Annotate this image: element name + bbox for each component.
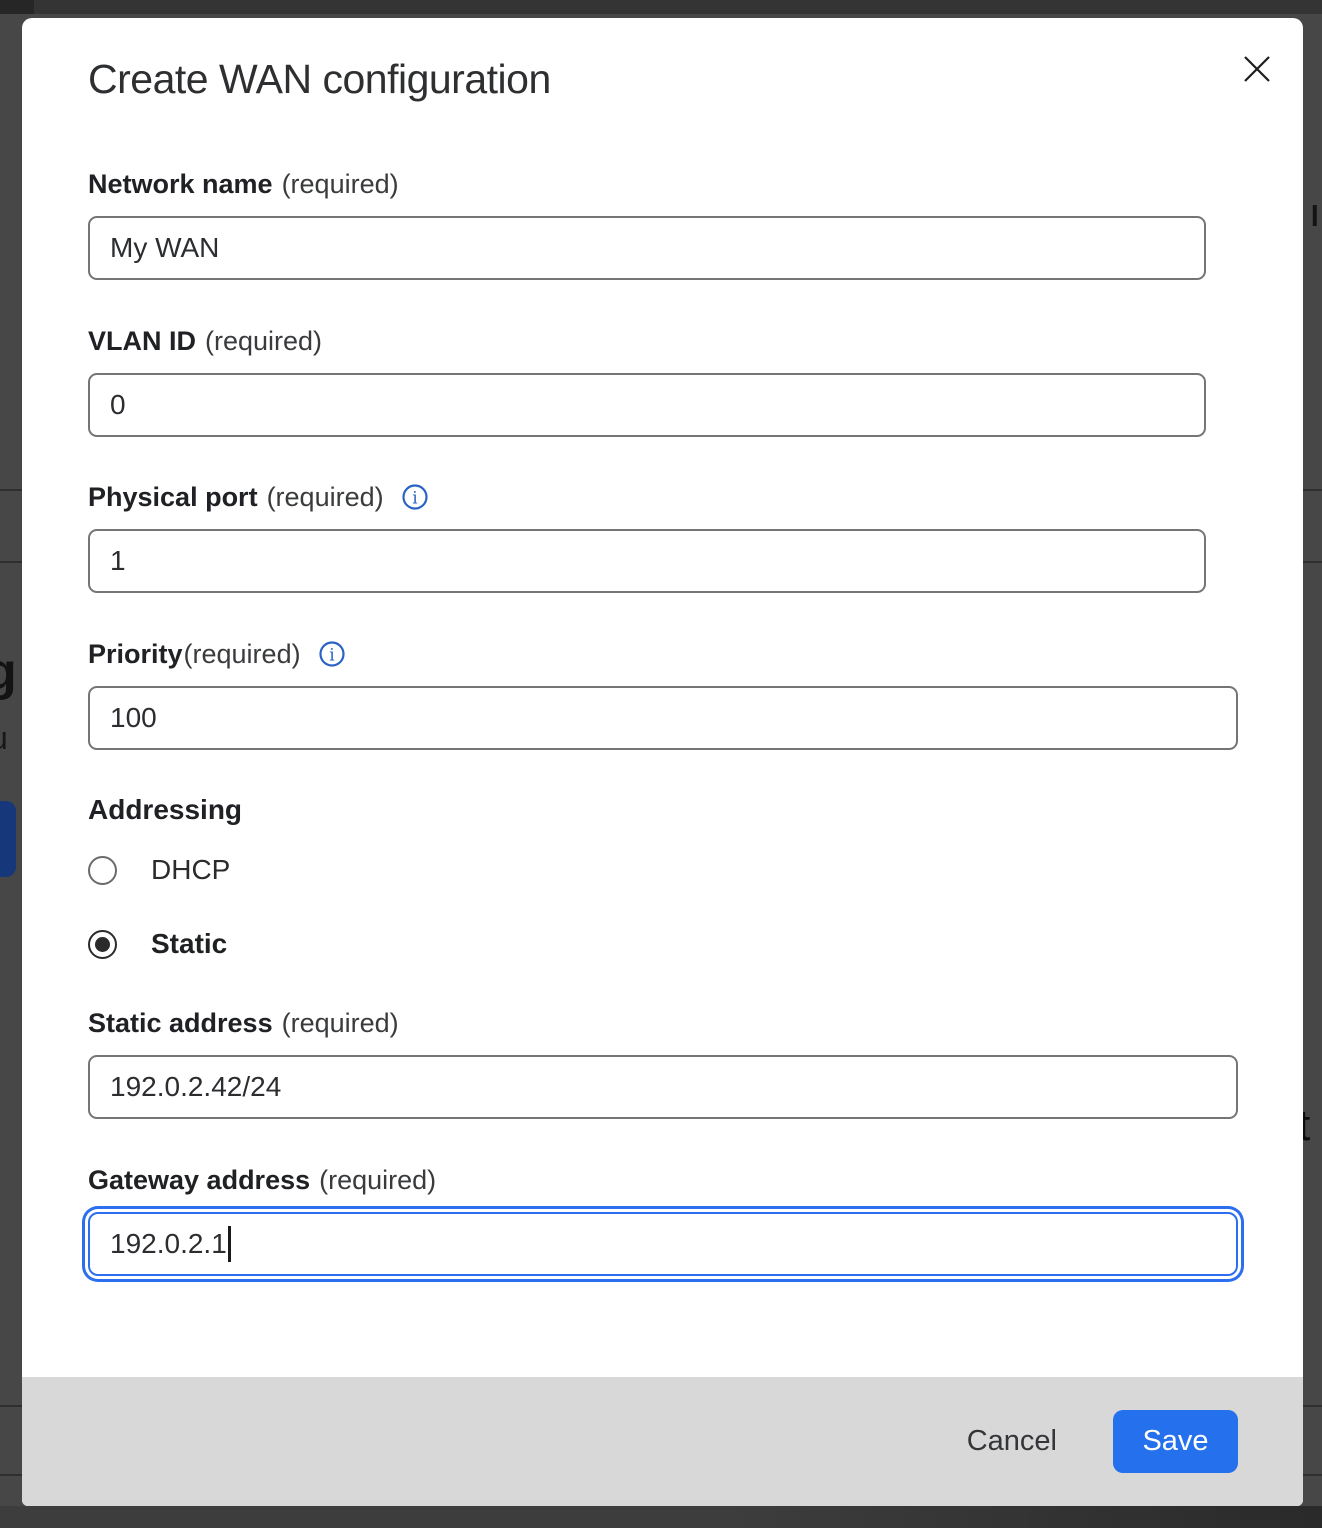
svg-text:i: i [412,489,418,509]
svg-text:i: i [329,646,335,666]
physical-port-field-group: Physical port (required) i [88,481,1206,593]
dialog-footer: Cancel Save [22,1377,1303,1506]
network-name-field-group: Network name (required) [88,168,1206,280]
priority-label: Priority [88,639,183,670]
backdrop-bottom-strip [0,1506,1322,1528]
dhcp-option-label: DHCP [151,854,230,886]
text-cursor [228,1226,231,1262]
backdrop-top-corner [0,0,34,14]
create-wan-dialog: Create WAN configuration Network name (r… [22,18,1303,1506]
dialog-title: Create WAN configuration [88,56,551,103]
priority-input[interactable] [88,686,1238,750]
static-address-input[interactable] [88,1055,1238,1119]
save-button[interactable]: Save [1113,1410,1238,1473]
info-icon[interactable]: i [318,640,346,668]
radio-dhcp-icon[interactable] [88,856,117,885]
static-option-label: Static [151,928,227,960]
backdrop-text-fragment: u [0,722,8,754]
static-address-label: Static address [88,1008,273,1039]
physical-port-label: Physical port [88,482,258,513]
network-name-label: Network name [88,169,273,200]
required-hint: (required) [282,169,399,200]
backdrop-top-strip [0,0,1322,14]
priority-field-group: Priority (required) i [88,638,1238,750]
addressing-heading: Addressing [88,794,242,826]
backdrop-heading-fragment: g [0,646,17,698]
required-hint: (required) [184,639,301,670]
radio-static-icon[interactable] [88,930,117,959]
gateway-address-input[interactable]: 192.0.2.1 [88,1212,1238,1276]
required-hint: (required) [319,1165,436,1196]
addressing-option-static[interactable]: Static [88,928,227,960]
info-icon[interactable]: i [401,483,429,511]
network-name-input[interactable] [88,216,1206,280]
gateway-address-label: Gateway address [88,1165,310,1196]
vlan-id-input[interactable] [88,373,1206,437]
vlan-id-label: VLAN ID [88,326,196,357]
physical-port-input[interactable] [88,529,1206,593]
static-address-field-group: Static address (required) [88,1007,1238,1119]
gateway-address-value: 192.0.2.1 [110,1228,227,1260]
addressing-option-dhcp[interactable]: DHCP [88,854,230,886]
close-x-glyph [1243,55,1271,83]
vlan-id-field-group: VLAN ID (required) [88,325,1206,437]
required-hint: (required) [205,326,322,357]
close-icon[interactable] [1240,52,1274,86]
required-hint: (required) [282,1008,399,1039]
backdrop-button-fragment [0,801,16,877]
gateway-address-field-group: Gateway address (required) 192.0.2.1 [88,1164,1238,1276]
required-hint: (required) [267,482,384,513]
cancel-button[interactable]: Cancel [961,1425,1063,1458]
